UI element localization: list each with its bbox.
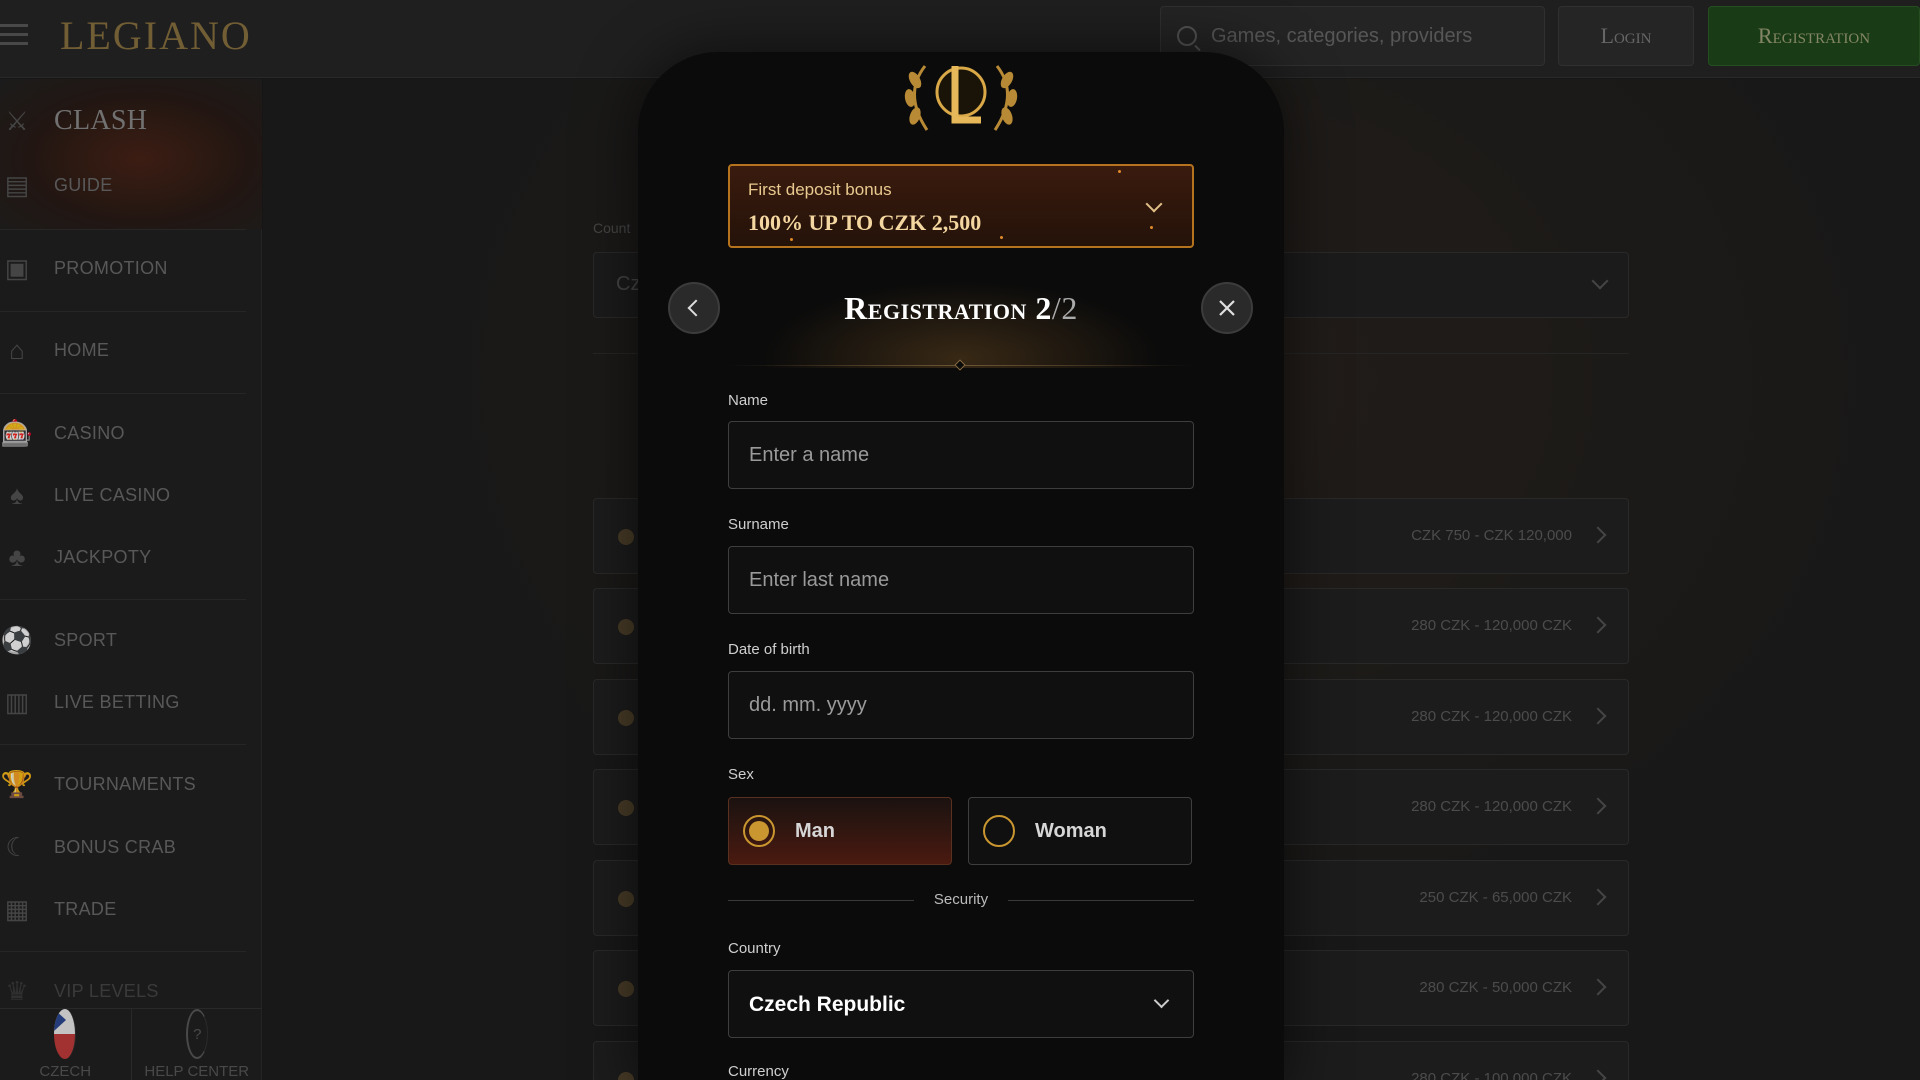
chevron-down-icon — [1153, 992, 1170, 1009]
title-total: /2 — [1051, 290, 1078, 326]
chevron-left-icon — [687, 299, 705, 317]
surname-input[interactable] — [749, 568, 1193, 592]
close-button[interactable] — [1201, 282, 1253, 334]
radio-selected-icon — [743, 815, 775, 847]
country-value: Czech Republic — [749, 993, 906, 1016]
country-label: Country — [728, 940, 781, 957]
dob-label: Date of birth — [728, 641, 810, 658]
bonus-value: 100% UP TO CZK 2,500 — [748, 210, 982, 235]
security-section-label: Security — [933, 891, 989, 908]
security-divider-left — [728, 900, 914, 901]
sex-option-woman[interactable]: Woman — [968, 797, 1192, 865]
first-deposit-bonus-dropdown[interactable]: First deposit bonus 100% UP TO CZK 2,500 — [728, 164, 1194, 248]
surname-label: Surname — [728, 516, 789, 533]
country-select[interactable]: Czech Republic — [728, 970, 1194, 1038]
sex-option-label: Woman — [1035, 819, 1107, 842]
chevron-down-icon — [1145, 195, 1163, 213]
sex-option-label: Man — [795, 819, 835, 842]
security-divider-right — [1008, 900, 1194, 901]
modal-title: Registration 2/2 — [728, 290, 1194, 327]
radio-unselected-icon — [983, 815, 1015, 847]
sex-option-man[interactable]: Man — [728, 797, 952, 865]
name-input[interactable] — [749, 443, 1193, 467]
title-text: Registration — [844, 290, 1027, 326]
back-button[interactable] — [668, 282, 720, 334]
currency-label: Currency — [728, 1063, 789, 1080]
close-icon — [1219, 300, 1235, 316]
title-step: 2 — [1035, 290, 1052, 326]
dob-field[interactable] — [728, 671, 1194, 739]
surname-field[interactable] — [728, 546, 1194, 614]
name-label: Name — [728, 392, 769, 409]
sex-label: Sex — [728, 766, 754, 783]
dob-input[interactable] — [749, 693, 1193, 717]
laurel-logo-icon — [904, 65, 1018, 131]
bonus-title: First deposit bonus — [748, 180, 892, 199]
name-field[interactable] — [728, 421, 1194, 489]
